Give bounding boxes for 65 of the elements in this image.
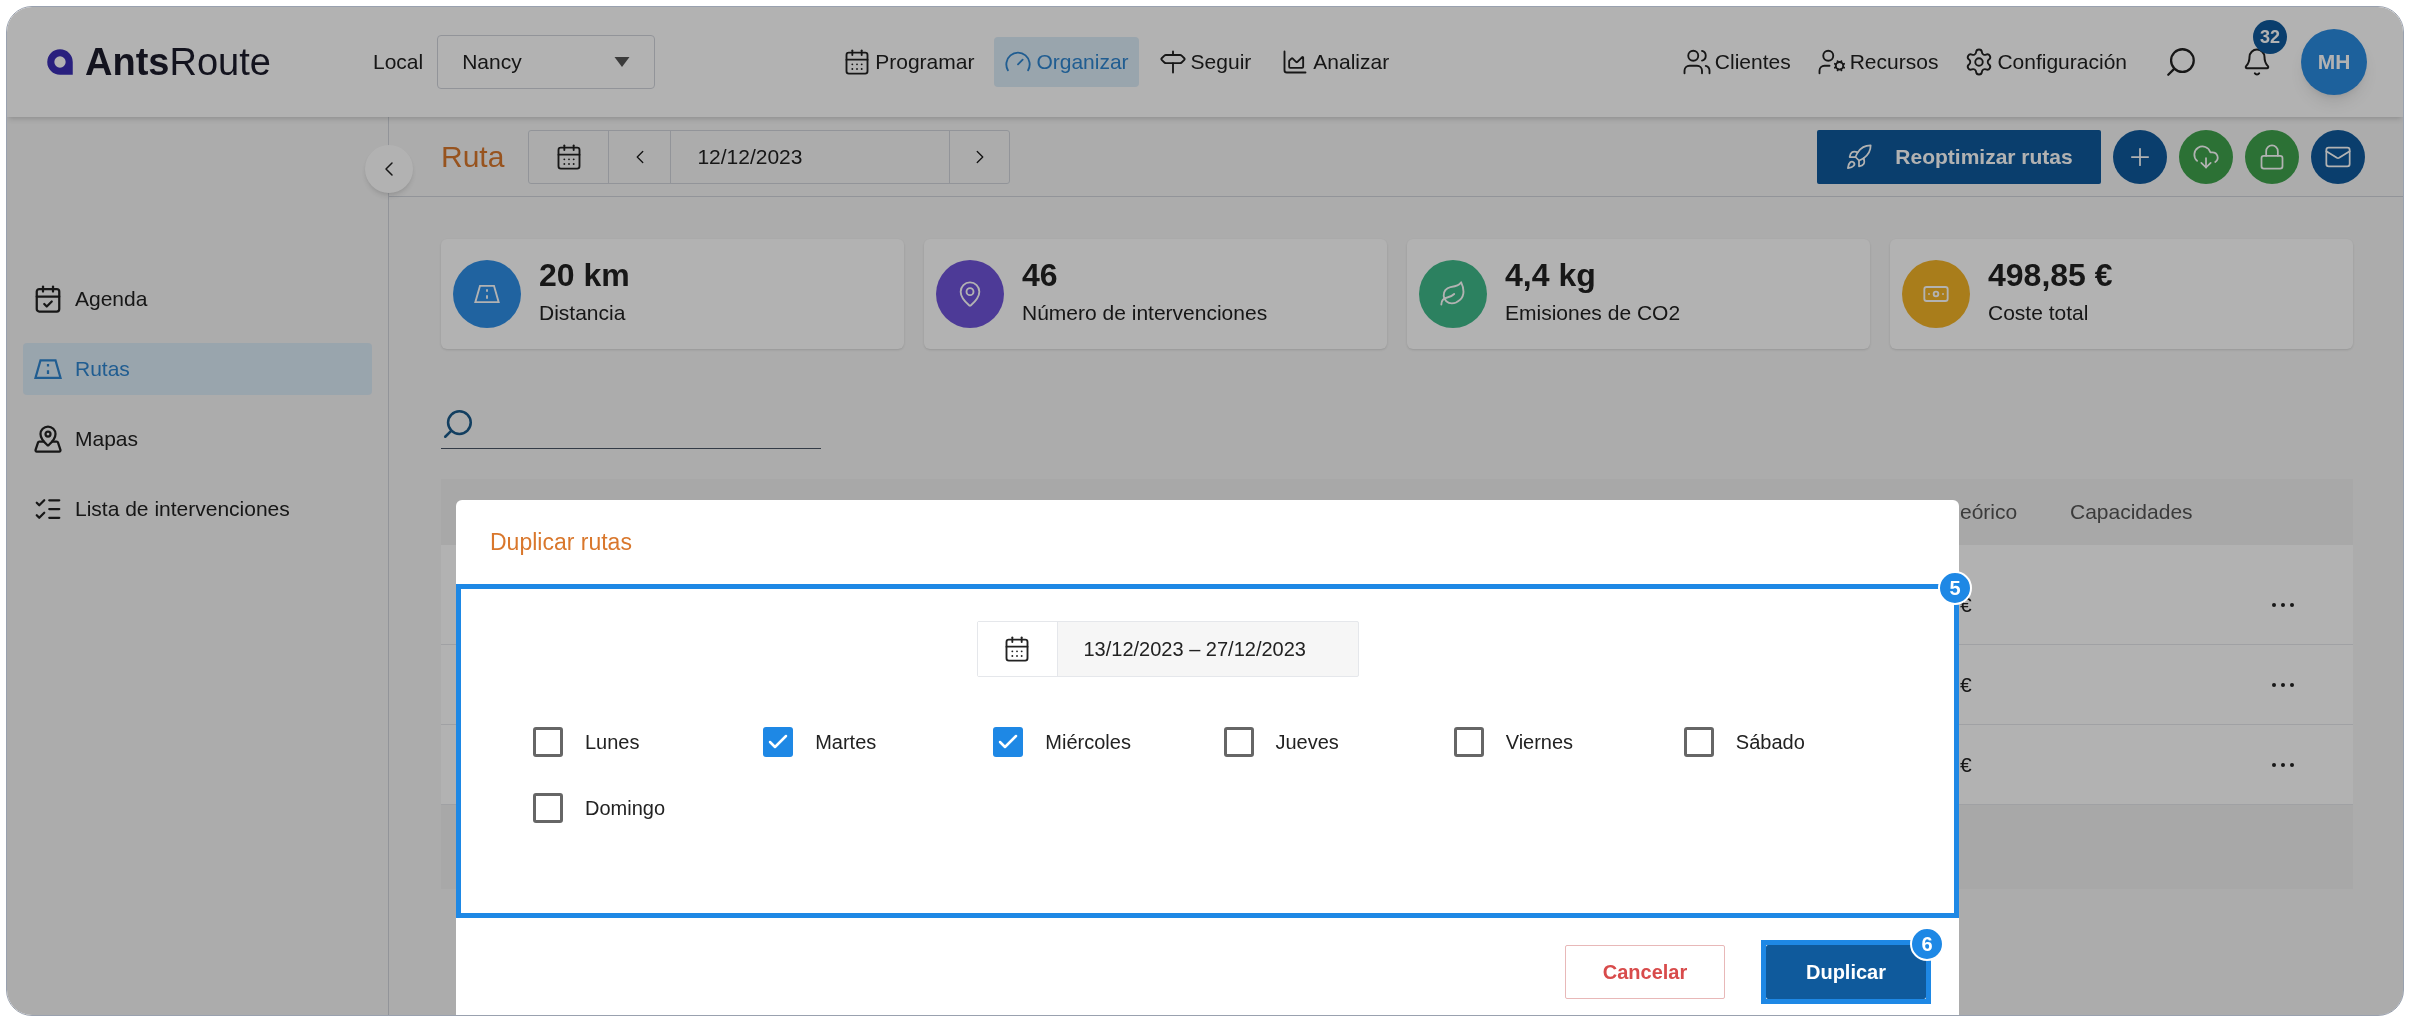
row-menu-button[interactable] bbox=[2271, 682, 2294, 687]
stat-label: Coste total bbox=[1988, 300, 2090, 327]
weekday-checkbox[interactable]: Miércoles bbox=[993, 727, 1131, 757]
location-dropdown[interactable]: Nancy bbox=[437, 35, 656, 89]
bell-icon bbox=[2242, 47, 2272, 77]
download-button[interactable] bbox=[2179, 129, 2233, 184]
checkbox[interactable] bbox=[1453, 727, 1484, 757]
stat-value: 4,4 kg bbox=[1505, 259, 1597, 292]
map-icon bbox=[33, 424, 63, 454]
dropdown-caret-icon bbox=[614, 57, 631, 67]
more-icon bbox=[2271, 682, 2294, 687]
sidebar-item[interactable]: Lista de intervenciones bbox=[23, 483, 372, 535]
signpost-icon bbox=[1158, 48, 1187, 76]
notification-count: 32 bbox=[2253, 20, 2287, 54]
people-icon bbox=[1681, 47, 1712, 77]
lock-icon bbox=[2258, 142, 2286, 171]
leaf-icon bbox=[1439, 280, 1467, 308]
table-cell-text: € bbox=[1960, 671, 1972, 698]
checkbox[interactable] bbox=[1683, 727, 1714, 757]
lock-button[interactable] bbox=[2245, 129, 2299, 184]
nav-tab[interactable]: Programar bbox=[833, 37, 985, 87]
checkbox[interactable] bbox=[533, 793, 563, 823]
user-gear-icon bbox=[1816, 47, 1847, 77]
column-header: eórico bbox=[1960, 499, 2019, 526]
checkbox[interactable] bbox=[1223, 727, 1254, 757]
table-cell-text: € bbox=[1960, 751, 1972, 778]
toolbar-link[interactable]: Configuración bbox=[1964, 46, 2127, 78]
sidebar-item[interactable]: Mapas bbox=[23, 413, 372, 465]
weekday-checkbox[interactable]: Jueves bbox=[1223, 727, 1339, 757]
stat-label: Distancia bbox=[539, 300, 627, 327]
weekday-checkbox[interactable]: Martes bbox=[763, 727, 877, 757]
toolbar-link[interactable]: Recursos bbox=[1816, 46, 1939, 78]
search-icon bbox=[2164, 45, 2198, 79]
weekday-checkbox[interactable]: Domingo bbox=[533, 793, 666, 823]
row-menu-button[interactable] bbox=[2271, 762, 2294, 767]
calendar-check-icon bbox=[33, 284, 63, 314]
stat-value: 498,85 € bbox=[1988, 259, 2113, 292]
brand-name: AntsRoute bbox=[85, 43, 271, 81]
nav-tab[interactable]: Analizar bbox=[1271, 37, 1400, 87]
dialog-title: Duplicar rutas bbox=[489, 527, 633, 557]
sidebar-item[interactable]: Agenda bbox=[23, 273, 372, 325]
page-title: Ruta bbox=[441, 139, 505, 175]
add-button[interactable] bbox=[2113, 129, 2167, 184]
more-icon bbox=[2271, 602, 2294, 607]
step-badge: 6 bbox=[1910, 927, 1944, 961]
toolbar-link[interactable]: Clientes bbox=[1681, 46, 1791, 78]
stat-label: Emisiones de CO2 bbox=[1505, 300, 1681, 327]
reoptimize-button[interactable]: Reoptimizar rutas bbox=[1817, 129, 2101, 184]
checkbox[interactable] bbox=[993, 727, 1024, 757]
weekday-checkbox[interactable]: Viernes bbox=[1453, 727, 1574, 757]
weekday-checkbox[interactable]: Lunes bbox=[533, 727, 640, 757]
more-icon bbox=[2271, 762, 2294, 767]
rocket-icon bbox=[1845, 142, 1874, 171]
nav-tab[interactable]: Seguir bbox=[1148, 37, 1262, 87]
stat-value: 46 bbox=[1022, 259, 1059, 292]
row-menu-button[interactable] bbox=[2271, 602, 2294, 607]
location-label: Local bbox=[373, 49, 424, 76]
checkbox[interactable] bbox=[533, 727, 563, 757]
stat-value: 20 km bbox=[539, 259, 630, 292]
column-header: Capacidades bbox=[2070, 499, 2193, 526]
checkbox[interactable] bbox=[763, 727, 794, 757]
stat-label: Número de intervenciones bbox=[1022, 300, 1268, 327]
mail-button[interactable] bbox=[2311, 129, 2365, 184]
cancel-button[interactable]: Cancelar bbox=[1565, 945, 1725, 999]
weekday-checkbox[interactable]: Sábado bbox=[1683, 727, 1805, 757]
